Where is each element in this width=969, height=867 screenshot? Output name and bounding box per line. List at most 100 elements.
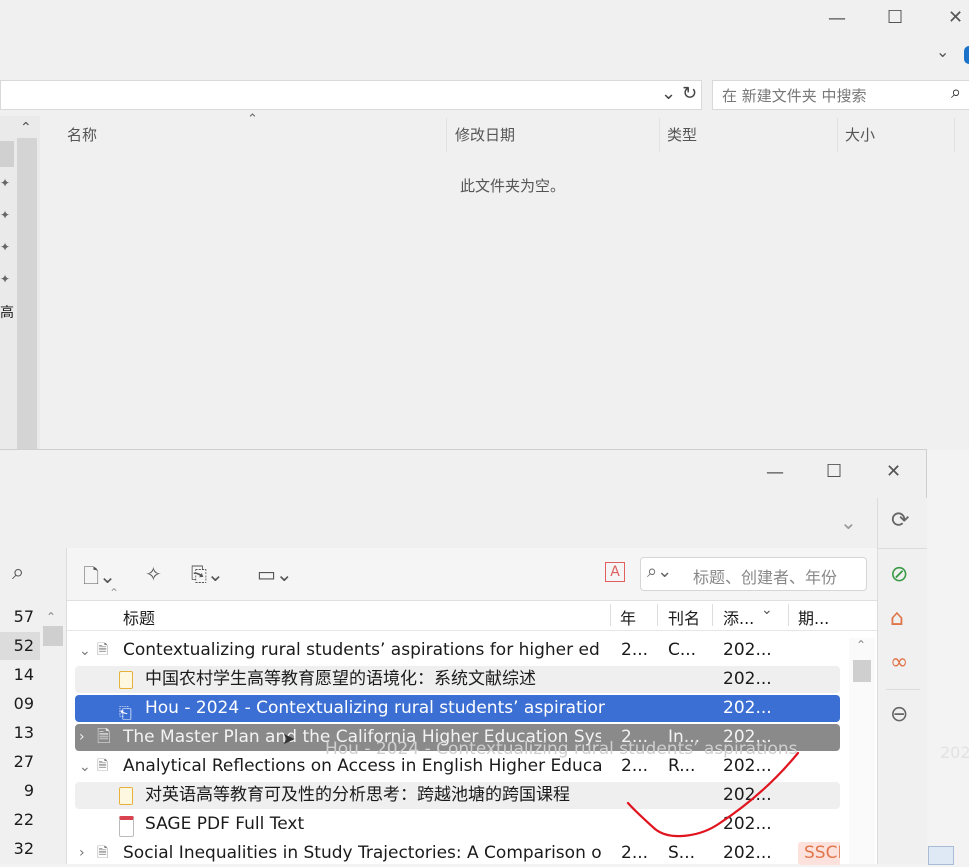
column-journal[interactable]: 刊名 — [668, 605, 700, 629]
maximize-icon[interactable]: ☐ — [887, 9, 903, 27]
nav-scrollbar[interactable] — [17, 138, 37, 450]
sync-icon[interactable]: ⟳ — [891, 508, 909, 533]
snapshot-icon: ⎗ — [119, 703, 132, 722]
divider — [886, 689, 920, 690]
address-bar[interactable]: ⌄ ↻ — [0, 80, 702, 110]
close-icon[interactable]: ✕ — [948, 9, 963, 27]
item-title: Hou - 2024 - Contextualizing rural stude… — [145, 698, 605, 718]
expand-icon[interactable]: › — [79, 724, 85, 751]
sort-icon: ⌃ — [109, 586, 120, 600]
item-title: 对英语高等教育可及性的分析思考：跨越池塘的跨国课程 — [145, 785, 570, 805]
scroll-up-icon[interactable]: ⌃ — [856, 638, 866, 652]
items-table-header: ⌃ 标题 年 刊名 添... ⌄ 期... — [67, 586, 877, 631]
close-icon[interactable]: ✕ — [886, 463, 901, 481]
search-icon[interactable]: ⌕ — [12, 560, 24, 585]
collections-scroll-thumb[interactable] — [43, 626, 63, 646]
column-name[interactable]: 名称 — [67, 124, 97, 145]
items-search-input[interactable]: ⌕⌄ 标题、创建者、年份 — [640, 557, 867, 591]
search-placeholder: 在 新建文件夹 中搜索 — [722, 87, 867, 105]
item-side-pane: ⟳ ⊘ ⌂ ∞ ⊖ — [877, 498, 927, 864]
column-period[interactable]: 期... — [798, 605, 829, 629]
collection-count: 22 — [13, 810, 34, 829]
tag-icon[interactable]: ⌂ — [890, 606, 904, 631]
tab-bar: ⌄ — [0, 498, 877, 549]
table-row-selected[interactable]: ⎗ Hou - 2024 - Contextualizing rural stu… — [75, 695, 840, 722]
document-icon: 🗎 — [97, 727, 111, 747]
items-scrollbar[interactable]: ⌃ — [849, 638, 875, 864]
expand-icon[interactable]: ⌄ — [79, 638, 91, 664]
column-title[interactable]: 标题 — [123, 605, 155, 629]
folder-search-input[interactable]: 在 新建文件夹 中搜索 ⌕ — [712, 80, 969, 110]
column-divider[interactable] — [446, 118, 447, 152]
item-title: 中国农村学生高等教育愿望的语境化：系统文献综述 — [145, 669, 536, 689]
item-date-added: 202... — [723, 669, 772, 689]
collection-count: 09 — [13, 694, 34, 713]
pin-icon: ✦ — [0, 208, 11, 222]
refresh-icon[interactable]: ↻ — [682, 83, 697, 104]
minimize-icon[interactable]: — — [828, 10, 846, 28]
scroll-up-icon[interactable]: ⌃ — [46, 610, 56, 624]
note-icon — [119, 787, 133, 805]
drag-ghost-year: 2024 — [940, 743, 969, 762]
scroll-thumb[interactable] — [853, 660, 871, 682]
nav-selected-item[interactable] — [0, 141, 14, 167]
column-divider[interactable] — [610, 604, 611, 626]
attachment-icon[interactable]: ⊘ — [890, 562, 908, 587]
column-divider[interactable] — [788, 604, 789, 626]
chevron-down-icon[interactable]: ⌄ — [936, 44, 949, 60]
column-divider[interactable] — [837, 118, 838, 152]
item-year: 2... — [621, 640, 649, 660]
related-link-icon[interactable]: ∞ — [890, 650, 908, 675]
pin-icon: ✦ — [0, 240, 11, 254]
column-size[interactable]: 大小 — [845, 124, 875, 145]
locate-icon[interactable]: ⊖ — [890, 702, 908, 727]
column-divider[interactable] — [954, 118, 955, 152]
empty-folder-message: 此文件夹为空。 — [460, 177, 566, 195]
item-title: Contextualizing rural students’ aspirati… — [123, 640, 601, 660]
note-icon — [119, 671, 133, 689]
pdf-reader-icon[interactable]: A — [605, 562, 625, 582]
collection-count: 14 — [13, 665, 34, 684]
item-journal: C... — [668, 640, 697, 660]
expand-icon[interactable]: ⌄ — [79, 754, 91, 780]
pin-icon: ✦ — [0, 176, 11, 190]
document-icon: 🗎 — [97, 642, 109, 658]
add-attachment-icon[interactable]: ⎘⌄ — [191, 562, 224, 586]
sort-descending-icon[interactable]: ⌄ — [761, 602, 773, 618]
pdf-icon — [119, 816, 134, 837]
collection-count: 13 — [13, 723, 34, 742]
search-mode-icon[interactable]: ⌕⌄ — [647, 561, 672, 582]
ssci-tag: SSCI — [798, 842, 840, 865]
collection-count: 32 — [13, 839, 34, 858]
help-icon[interactable] — [964, 46, 969, 64]
table-row[interactable]: 中国农村学生高等教育愿望的语境化：系统文献综述 202... — [75, 666, 840, 693]
search-icon[interactable]: ⌕ — [951, 82, 961, 103]
magic-wand-icon[interactable]: ✧ — [145, 562, 162, 586]
column-year[interactable]: 年 — [620, 605, 636, 629]
column-modified[interactable]: 修改日期 — [455, 124, 515, 145]
column-type[interactable]: 类型 — [667, 124, 697, 145]
view-toggle-icon[interactable] — [928, 846, 954, 865]
file-explorer-window: — ☐ ✕ ⌄ ⌄ ↻ 在 新建文件夹 中搜索 ⌕ ✦ ✦ ✦ ✦ 高 ⌃ ⌃ … — [0, 0, 969, 450]
collection-count: 57 — [13, 607, 34, 626]
nav-item-label[interactable]: 高 — [0, 302, 14, 322]
table-row[interactable]: ⌄ 🗎 Contextualizing rural students’ aspi… — [75, 637, 840, 664]
divider — [878, 548, 927, 549]
minimize-icon[interactable]: — — [766, 464, 784, 482]
collection-count: 27 — [13, 752, 34, 771]
address-dropdown-icon[interactable]: ⌄ — [661, 83, 676, 104]
red-annotation-stroke — [626, 751, 800, 838]
column-date-added[interactable]: 添... — [723, 605, 754, 629]
scroll-up-icon[interactable]: ⌃ — [20, 120, 32, 136]
column-divider[interactable] — [657, 604, 658, 626]
collection-count: 52 — [13, 636, 34, 655]
chevron-down-icon[interactable]: ⌄ — [840, 510, 857, 534]
pin-icon: ✦ — [0, 272, 11, 286]
column-divider[interactable] — [659, 118, 660, 152]
column-divider[interactable] — [712, 604, 713, 626]
item-date-added: 202... — [723, 698, 772, 718]
new-note-icon[interactable]: ▭⌄ — [257, 562, 293, 586]
maximize-icon[interactable]: ☐ — [826, 463, 842, 481]
search-placeholder: 标题、创建者、年份 — [693, 568, 838, 587]
items-toolbar: 🗋⌄ ✧ ⎘⌄ ▭⌄ A ⌕⌄ 标题、创建者、年份 — [67, 548, 877, 601]
